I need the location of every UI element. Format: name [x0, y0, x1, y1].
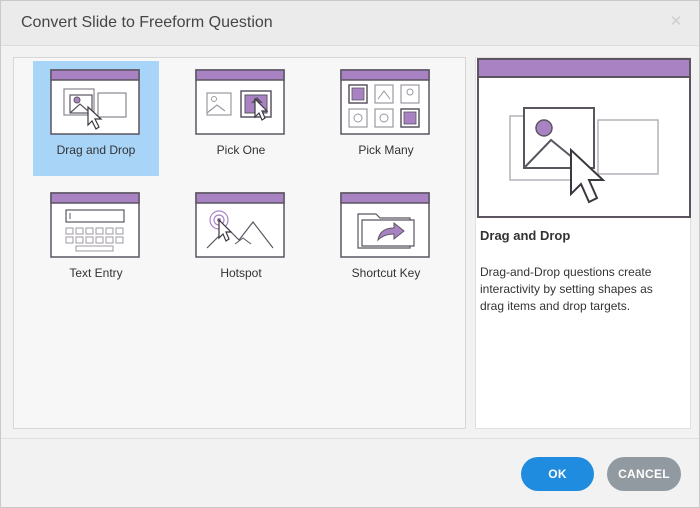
tile-label: Hotspot — [220, 266, 262, 280]
hotspot-icon — [195, 192, 285, 258]
tile-label: Text Entry — [69, 266, 123, 280]
pick-many-icon — [340, 69, 430, 135]
tile-label: Shortcut Key — [351, 266, 421, 280]
text-entry-icon — [50, 192, 140, 258]
tile-hotspot[interactable]: Hotspot — [178, 184, 304, 299]
cancel-button[interactable]: CANCEL — [607, 457, 681, 491]
preview-title: Drag and Drop — [480, 228, 571, 243]
ok-button[interactable]: OK — [521, 457, 594, 491]
tile-label: Drag and Drop — [56, 143, 136, 157]
preview-panel: Drag and Drop Drag-and-Drop questions cr… — [475, 57, 691, 429]
tile-label: Pick Many — [358, 143, 414, 157]
tile-label: Pick One — [216, 143, 266, 157]
pick-one-icon — [195, 69, 285, 135]
tile-pick-many[interactable]: Pick Many — [323, 61, 449, 176]
preview-description: Drag-and-Drop questions create interacti… — [480, 265, 653, 313]
dialog-title: Convert Slide to Freeform Question — [21, 14, 273, 31]
dialog-titlebar: Convert Slide to Freeform Question ✕ — [1, 1, 699, 46]
tile-text-entry[interactable]: Text Entry — [33, 184, 159, 299]
question-type-grid: Drag and Drop Pick One Pick Many Text En… — [13, 57, 466, 429]
tile-shortcut-key[interactable]: Shortcut Key — [323, 184, 449, 299]
close-icon[interactable]: ✕ — [669, 14, 683, 29]
tile-drag-and-drop[interactable]: Drag and Drop — [33, 61, 159, 176]
tile-pick-one[interactable]: Pick One — [178, 61, 304, 176]
footer-divider — [1, 438, 699, 439]
drag-and-drop-preview-icon — [477, 58, 691, 218]
drag-and-drop-icon — [50, 69, 140, 135]
shortcut-key-icon — [340, 192, 430, 258]
convert-slide-dialog: Convert Slide to Freeform Question ✕ Dra… — [0, 0, 700, 508]
